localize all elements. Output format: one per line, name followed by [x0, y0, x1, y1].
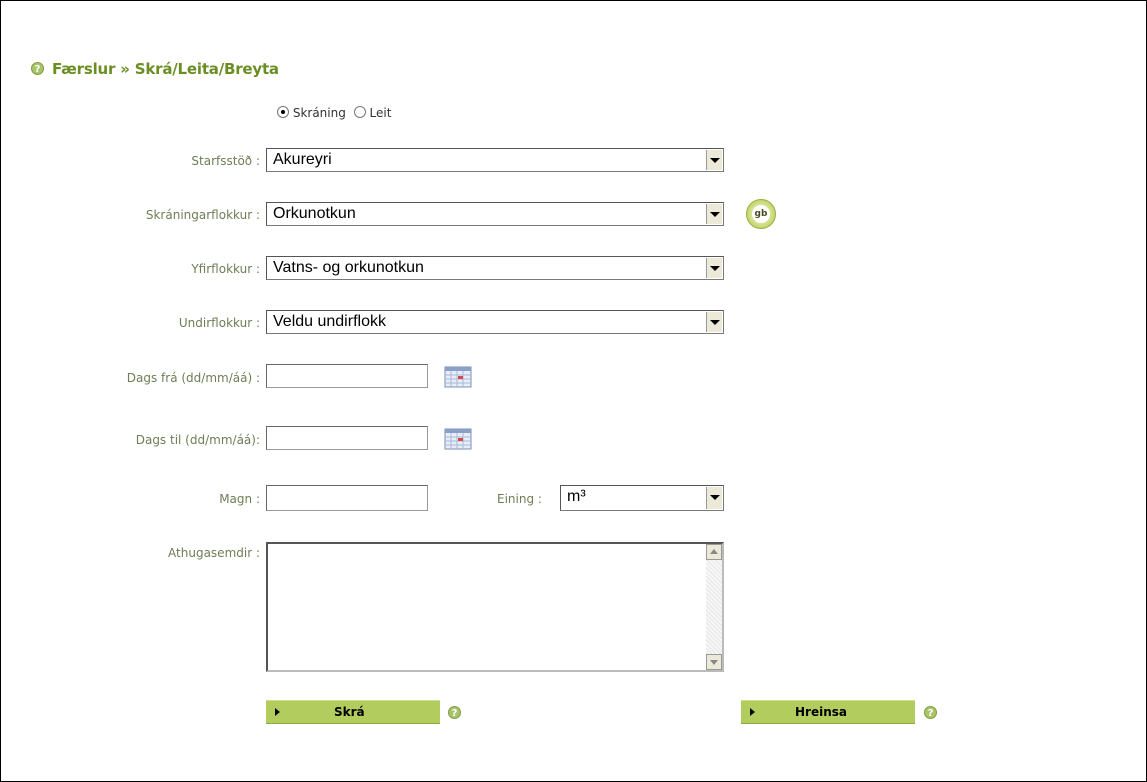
starfsstod-select[interactable]: Akureyri — [266, 148, 724, 172]
gb-icon[interactable]: gb — [746, 199, 776, 229]
submit-button-label: Skrá — [334, 705, 365, 719]
clear-button-label: Hreinsa — [795, 705, 847, 719]
chevron-down-icon[interactable] — [706, 258, 722, 278]
chevron-down-icon[interactable] — [706, 150, 722, 170]
scrollbar[interactable] — [706, 544, 722, 670]
yfirflokkur-label: Yfirflokkur : — [191, 262, 260, 276]
chevron-down-icon[interactable] — [706, 312, 722, 332]
play-arrow-icon — [750, 708, 755, 716]
skraningarflokkur-label: Skráningarflokkur : — [145, 208, 260, 222]
undirflokkur-value: Veldu undirflokk — [273, 313, 386, 330]
yfirflokkur-value: Vatns- og orkunotkun — [273, 259, 424, 276]
radio-leit[interactable] — [353, 106, 366, 118]
skraningarflokkur-value: Orkunotkun — [273, 205, 356, 222]
help-icon[interactable]: ? — [31, 62, 44, 75]
athugasemdir-textarea[interactable] — [266, 542, 724, 672]
athugasemdir-label: Athugasemdir : — [168, 546, 260, 560]
clear-button[interactable]: Hreinsa — [741, 700, 915, 724]
scroll-up-icon[interactable] — [706, 544, 722, 560]
starfsstod-label: Starfsstöð : — [191, 154, 260, 168]
magn-label: Magn : — [219, 492, 260, 506]
help-icon[interactable]: ? — [924, 706, 937, 719]
dags-fra-input[interactable] — [266, 364, 428, 388]
eining-value: m³ — [567, 488, 586, 505]
undirflokkur-label: Undirflokkur : — [178, 316, 260, 330]
eining-label: Eining : — [497, 492, 542, 506]
skraningarflokkur-select[interactable]: Orkunotkun — [266, 202, 724, 226]
radio-skraning-label: Skráning — [292, 106, 346, 120]
calendar-icon[interactable] — [444, 365, 472, 389]
dags-fra-label: Dags frá (dd/mm/áá) : — [126, 371, 260, 385]
magn-input[interactable] — [266, 485, 428, 511]
chevron-down-icon[interactable] — [706, 204, 722, 224]
starfsstod-value: Akureyri — [273, 151, 332, 168]
scroll-down-icon[interactable] — [706, 654, 722, 670]
dags-til-input[interactable] — [266, 426, 428, 450]
submit-button[interactable]: Skrá — [266, 700, 440, 724]
eining-select[interactable]: m³ — [560, 485, 724, 511]
mode-radio-group: Skráning Leit — [277, 106, 391, 120]
yfirflokkur-select[interactable]: Vatns- og orkunotkun — [266, 256, 724, 280]
undirflokkur-select[interactable]: Veldu undirflokk — [266, 310, 724, 334]
help-icon[interactable]: ? — [448, 706, 461, 719]
page-title: Færslur » Skrá/Leita/Breyta — [52, 60, 279, 78]
play-arrow-icon — [275, 708, 280, 716]
calendar-icon[interactable] — [444, 427, 472, 451]
radio-skraning[interactable] — [277, 106, 289, 118]
chevron-down-icon[interactable] — [706, 487, 722, 509]
dags-til-label: Dags til (dd/mm/áá): — [135, 433, 260, 447]
radio-leit-label: Leit — [369, 106, 392, 120]
